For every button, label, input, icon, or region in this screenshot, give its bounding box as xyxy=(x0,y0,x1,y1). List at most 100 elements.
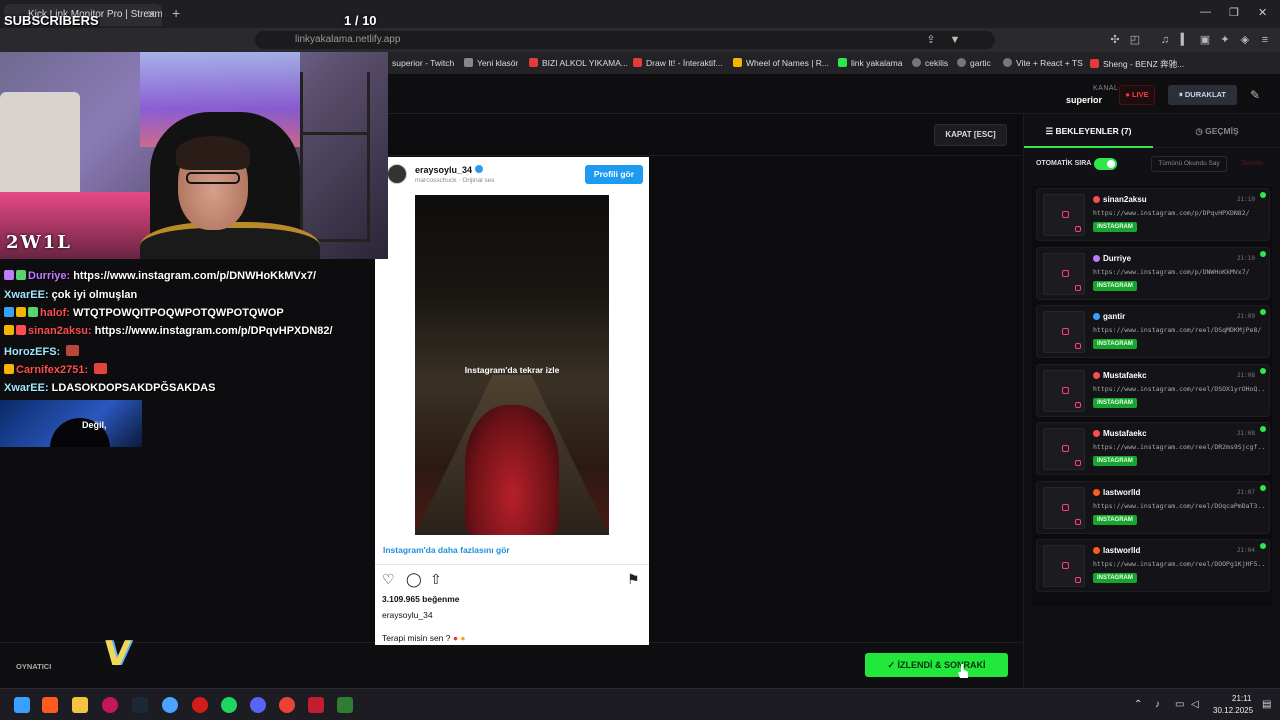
queue-url[interactable]: https://www.instagram.com/reel/DSOX1yrOH… xyxy=(1093,385,1265,393)
avatar[interactable] xyxy=(387,164,407,184)
queue-url[interactable]: https://www.instagram.com/reel/DR2ms9Sjc… xyxy=(1093,443,1265,451)
bookmark-item[interactable]: Wheel of Names | R... xyxy=(733,58,829,68)
browser-tabbar: Kick Link Monitor Pro | Stream ✕ + — ❐ ✕ xyxy=(0,0,1280,28)
bookmark-item[interactable]: link yakalama xyxy=(838,58,903,68)
close-tab-icon[interactable]: ✕ xyxy=(147,8,156,21)
queue-user: sinan2aksu xyxy=(1093,195,1147,204)
chat-username: Durriye: xyxy=(28,270,71,282)
volume-icon[interactable]: ◁ xyxy=(1191,699,1199,710)
bookmark-item[interactable]: Sheng - BENZ 奔驰... xyxy=(1090,58,1184,70)
bookmark-folder[interactable]: Yeni klasör xyxy=(464,58,518,68)
chat-message: XwarEE: LDASOKDOPSAKDPĞSAKDAS xyxy=(4,382,215,394)
new-tab-button[interactable]: + xyxy=(172,5,180,21)
chevron-up-icon[interactable]: ⌃ xyxy=(1134,699,1142,710)
see-more-link[interactable]: Instagram'da daha fazlasını gör xyxy=(383,545,510,555)
close-window-icon[interactable]: ✕ xyxy=(1258,6,1267,19)
queue-url[interactable]: https://www.instagram.com/reel/DOOPg1KjH… xyxy=(1093,560,1265,568)
watch-again-text[interactable]: Instagram'da tekrar izle xyxy=(415,365,609,375)
screenshot-icon[interactable]: ◰ xyxy=(1128,33,1142,47)
network-icon[interactable]: ▭ xyxy=(1175,699,1184,710)
online-status-icon xyxy=(1260,426,1266,432)
queue-url[interactable]: https://www.instagram.com/reel/DOqcaPmDa… xyxy=(1093,502,1265,510)
online-status-icon xyxy=(1260,250,1266,257)
webcam-overlay: 2W1L xyxy=(0,52,388,259)
menu-icon[interactable]: ≡ xyxy=(1258,33,1272,47)
tab-history[interactable]: ◷ GEÇMİŞ xyxy=(1153,114,1280,148)
bookmark-icon[interactable]: ⚑ xyxy=(627,571,643,587)
app-icon[interactable] xyxy=(102,697,118,713)
bookmark-item[interactable]: Draw It! - İnteraktif... xyxy=(633,58,723,68)
app-icon[interactable] xyxy=(337,697,353,713)
mark-all-read-button[interactable]: Tümünü Okundu Say xyxy=(1151,156,1227,172)
clock-date[interactable]: 30.12.2025 xyxy=(1213,706,1253,715)
bookmark-item[interactable]: gartic xyxy=(957,58,991,68)
vpn-icon[interactable]: ◈ xyxy=(1238,33,1252,47)
chat-username: XwarEE: xyxy=(4,382,49,394)
steam-icon[interactable] xyxy=(132,697,148,713)
instagram-username[interactable]: eraysoylu_34 xyxy=(415,165,484,175)
post-owner[interactable]: eraysoylu_34 xyxy=(382,610,433,620)
file-explorer-icon[interactable] xyxy=(72,697,88,713)
wallet-icon[interactable]: ▣ xyxy=(1198,33,1212,47)
instagram-video[interactable]: Instagram'da tekrar izle xyxy=(415,195,609,535)
minimize-icon[interactable]: — xyxy=(1200,6,1211,18)
queue-item[interactable]: Mustafaekc 21:08 https://www.instagram.com… xyxy=(1036,363,1270,417)
instagram-thumb-icon xyxy=(1043,311,1085,353)
windows-start-icon[interactable] xyxy=(14,697,30,713)
player-label: OYNATICI xyxy=(16,662,52,671)
queue-url[interactable]: https://www.instagram.com/p/DNWHoKkMVx7/ xyxy=(1093,268,1265,276)
app-icon[interactable] xyxy=(192,697,208,713)
instagram-mini-icon xyxy=(1062,503,1069,511)
chat-text: çok iyi olmuşlan xyxy=(51,289,138,301)
view-profile-button[interactable]: Profili gör xyxy=(585,165,643,184)
bookmark-item[interactable]: superior - Twitch xyxy=(392,58,454,68)
clock-time[interactable]: 21:11 xyxy=(1232,694,1251,703)
sidebar-icon[interactable]: ▍ xyxy=(1178,33,1192,47)
brave-browser-icon[interactable] xyxy=(42,697,58,713)
queue-item[interactable]: Mustafaekc 21:08 https://www.instagram.com… xyxy=(1036,422,1270,475)
edit-icon[interactable]: ✎ xyxy=(1250,88,1260,102)
discord-icon[interactable] xyxy=(250,697,266,713)
queue-item[interactable]: sinan2aksu 21:10 https://www.instagram.com… xyxy=(1036,188,1270,241)
app-icon[interactable] xyxy=(308,697,324,713)
close-player-button[interactable]: KAPAT [ESC] xyxy=(934,124,1007,146)
leo-icon[interactable]: ✦ xyxy=(1218,33,1232,47)
maximize-icon[interactable]: ❐ xyxy=(1229,6,1239,19)
instagram-mini-icon xyxy=(1062,328,1069,335)
share-icon[interactable]: ⇧ xyxy=(430,571,446,587)
extensions-icon[interactable]: ✣ xyxy=(1108,33,1122,47)
online-status-icon xyxy=(1260,192,1266,198)
chat-username: halof: xyxy=(40,307,70,319)
queue-url[interactable]: https://www.instagram.com/p/DPqvHPXDN82/ xyxy=(1093,209,1265,217)
auto-queue-toggle[interactable] xyxy=(1094,158,1117,170)
brave-shield-icon[interactable]: ▼ xyxy=(948,33,962,47)
tab-waiting[interactable]: ☰ BEKLEYENLER (7) xyxy=(1024,114,1153,148)
pause-button[interactable]: ⏸ DURAKLAT xyxy=(1168,85,1237,105)
comment-icon[interactable]: ◯ xyxy=(406,571,422,587)
media-icon[interactable]: ♫ xyxy=(1158,33,1172,47)
bookmark-item[interactable]: Vite + React + TS xyxy=(1003,58,1083,68)
microphone-icon[interactable]: ♪ xyxy=(1155,699,1160,710)
queue-item[interactable]: lastworlld 21:04 https://www.instagram.com… xyxy=(1036,539,1270,592)
spotify-icon[interactable] xyxy=(221,697,237,713)
clear-button[interactable]: Temizle xyxy=(1233,156,1271,172)
bookmark-item[interactable]: BIZI ALKOL YIKAMA... xyxy=(529,58,628,68)
queue-item[interactable]: gantir 21:09 https://www.instagram.com/ree… xyxy=(1036,305,1270,358)
heart-icon[interactable]: ♡ xyxy=(382,571,398,587)
instagram-mini-icon xyxy=(1075,518,1081,525)
queue-item[interactable]: Durriye 21:10 https://www.instagram.com/p/… xyxy=(1036,246,1270,300)
url-field[interactable]: linkyakalama.netlify.app xyxy=(255,31,995,49)
instagram-thumb-icon xyxy=(1043,428,1085,470)
notification-icon[interactable]: ▤ xyxy=(1262,699,1271,710)
user-badge-icon xyxy=(1093,547,1100,554)
bookmark-item[interactable]: cekilis xyxy=(912,58,948,68)
app-icon[interactable] xyxy=(162,697,178,713)
instagram-thumb-icon xyxy=(1043,369,1085,412)
live-button[interactable]: ● LIVE xyxy=(1119,85,1155,105)
queue-item[interactable]: lastworlld 21:07 https://www.instagram.com… xyxy=(1036,480,1270,534)
watched-next-button[interactable]: ✓ İZLENDİ & SONRAKİ xyxy=(865,653,1008,677)
share-icon[interactable]: ⇪ xyxy=(924,33,938,47)
subscribers-label: SUBSCRIBERS xyxy=(4,13,99,28)
chrome-icon[interactable] xyxy=(279,697,295,713)
queue-url[interactable]: https://www.instagram.com/reel/DSqMDKMjP… xyxy=(1093,326,1265,334)
